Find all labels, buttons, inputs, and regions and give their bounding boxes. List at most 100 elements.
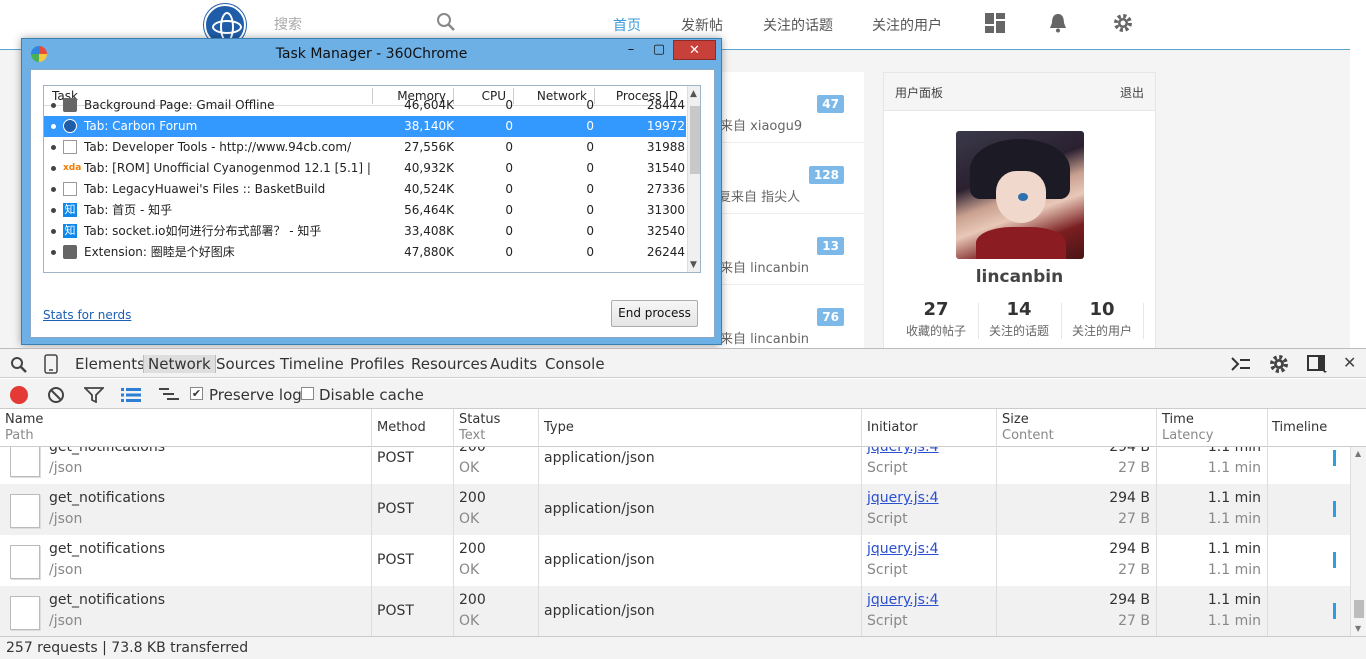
task-row[interactable]: 知 Tab: 首页 - 知乎 56,464K 0 0 31300 [44, 200, 686, 221]
request-size: 294 B [1109, 592, 1150, 608]
request-row[interactable]: get_notifications/json POST 200 OK applicati… [0, 535, 1366, 586]
request-method: POST [377, 501, 414, 517]
end-process-button[interactable]: End process [611, 300, 698, 327]
tab-audits[interactable]: Audits [490, 355, 537, 373]
topic-meta: 来自 lincanbin [720, 332, 810, 347]
request-content-size: 27 B [1118, 460, 1150, 476]
scroll-up-arrow-icon[interactable]: ▲ [690, 89, 697, 99]
request-size: 294 B [1109, 541, 1150, 557]
search-icon[interactable] [436, 12, 456, 32]
task-table-scrollbar[interactable]: ▲ ▼ [687, 86, 700, 272]
col-timeline[interactable]: Timeline [1267, 409, 1350, 447]
stats-for-nerds-link[interactable]: Stats for nerds [43, 308, 131, 322]
preserve-log-label[interactable]: Preserve log [209, 386, 302, 404]
stat-followed-users[interactable]: 10 关注的用户 [1061, 299, 1143, 339]
request-name[interactable]: get_notifications [49, 592, 165, 608]
initiator-type: Script [867, 562, 908, 578]
list-view-icon[interactable] [121, 387, 141, 403]
tab-console[interactable]: Console [545, 355, 605, 373]
task-memory: 46,604K [404, 98, 454, 112]
task-memory: 40,932K [404, 161, 454, 175]
search-icon[interactable] [10, 356, 28, 374]
col-name[interactable]: Name Path [0, 409, 372, 447]
maximize-button[interactable]: ▢ [646, 40, 672, 60]
stat-followed-topics[interactable]: 14 关注的话题 [978, 299, 1060, 339]
col-initiator[interactable]: Initiator [862, 409, 997, 447]
bullet-icon [51, 103, 56, 108]
request-row[interactable]: get_notifications/json POST 200 OK applicati… [0, 586, 1366, 636]
col-size[interactable]: Size Content [997, 409, 1157, 447]
scroll-down-arrow-icon[interactable]: ▼ [690, 260, 697, 270]
task-row[interactable]: Tab: Developer Tools - http://www.94cb.c… [44, 137, 686, 158]
user-panel-title: 用户面板 [895, 86, 944, 100]
stat-favorites[interactable]: 27 收藏的帖子 [895, 299, 977, 339]
scroll-down-arrow-icon[interactable]: ▼ [1355, 624, 1361, 633]
nav-new-post[interactable]: 发新帖 [681, 15, 723, 35]
request-name[interactable]: get_notifications [49, 490, 165, 506]
task-cpu: 0 [505, 161, 513, 175]
nav-followed-users[interactable]: 关注的用户 [872, 15, 942, 35]
file-icon [10, 447, 40, 477]
avatar[interactable] [956, 131, 1084, 259]
minimize-button[interactable]: – [618, 40, 644, 60]
tab-sources[interactable]: Sources [216, 355, 275, 373]
dock-side-icon[interactable] [1307, 355, 1327, 373]
reply-count-badge: 13 [817, 237, 844, 255]
username[interactable]: lincanbin [884, 267, 1155, 287]
topic-item[interactable]: 来自 lincanbin 13 [716, 214, 864, 285]
task-row[interactable]: xda Tab: [ROM] Unofficial Cyanogenmod 12.… [44, 158, 686, 179]
request-content-size: 27 B [1118, 613, 1150, 629]
dashboard-icon[interactable] [984, 12, 1006, 34]
task-network: 0 [586, 182, 594, 196]
task-row[interactable]: Tab: Carbon Forum 38,140K 0 0 19972 [44, 116, 686, 137]
logout-link[interactable]: 退出 [1120, 84, 1144, 101]
network-scrollbar[interactable]: ▲ ▼ [1350, 447, 1366, 636]
topic-item[interactable]: 来自 xiaogu9 47 [716, 72, 864, 143]
overview-icon[interactable] [158, 387, 180, 403]
close-button[interactable]: ✕ [673, 40, 716, 60]
task-network: 0 [586, 203, 594, 217]
task-row[interactable]: Extension: 圈睦是个好图床 47,880K 0 0 26244 [44, 242, 686, 263]
device-mode-icon[interactable] [44, 354, 58, 374]
bell-icon[interactable] [1047, 12, 1069, 34]
initiator-type: Script [867, 511, 908, 527]
nav-home[interactable]: 首页 [613, 15, 641, 35]
file-icon [10, 596, 40, 630]
filter-icon[interactable] [84, 387, 104, 403]
settings-gear-icon[interactable] [1269, 354, 1289, 374]
record-button[interactable] [10, 386, 28, 404]
tab-elements[interactable]: Elements [75, 355, 145, 373]
tab-profiles[interactable]: Profiles [350, 355, 404, 373]
col-method[interactable]: Method [372, 409, 454, 447]
col-status[interactable]: Status Text [454, 409, 539, 447]
task-row[interactable]: Background Page: Gmail Offline 46,604K 0 0 2… [44, 95, 686, 116]
tab-timeline[interactable]: Timeline [280, 355, 344, 373]
request-path: /json [49, 613, 83, 629]
task-memory: 27,556K [404, 140, 454, 154]
topic-item[interactable]: 复来自 指尖人 128 [716, 143, 864, 214]
tab-network[interactable]: Network [143, 355, 216, 373]
request-status-text: OK [459, 511, 480, 527]
initiator-link[interactable]: jquery.js:4 [867, 541, 939, 557]
preserve-log-checkbox[interactable]: ✔ [190, 387, 203, 400]
close-icon[interactable]: ✕ [1343, 353, 1356, 372]
topic-item[interactable]: 来自 lincanbin 76 [716, 285, 864, 348]
task-row[interactable]: Tab: LegacyHuawei's Files :: BasketBuild… [44, 179, 686, 200]
col-time[interactable]: Time Latency [1157, 409, 1268, 447]
console-drawer-icon[interactable] [1230, 356, 1252, 372]
stat-label: 关注的用户 [1071, 324, 1132, 338]
disable-cache-label[interactable]: Disable cache [319, 386, 424, 404]
nav-followed-topics[interactable]: 关注的话题 [763, 15, 833, 35]
request-name[interactable]: get_notifications [49, 541, 165, 557]
settings-gear-icon[interactable] [1112, 12, 1134, 34]
tab-resources[interactable]: Resources [411, 355, 488, 373]
col-type[interactable]: Type [539, 409, 862, 447]
task-row[interactable]: 知 Tab: socket.io如何进行分布式部署？ - 知乎 33,408K 0 0 3… [44, 221, 686, 242]
request-row[interactable]: get_notifications/json POST 200 OK applicati… [0, 484, 1366, 535]
task-memory: 33,408K [404, 224, 454, 238]
initiator-link[interactable]: jquery.js:4 [867, 490, 939, 506]
disable-cache-checkbox[interactable] [301, 387, 314, 400]
initiator-link[interactable]: jquery.js:4 [867, 592, 939, 608]
clear-icon[interactable] [47, 386, 65, 404]
scroll-up-arrow-icon[interactable]: ▲ [1355, 449, 1361, 458]
